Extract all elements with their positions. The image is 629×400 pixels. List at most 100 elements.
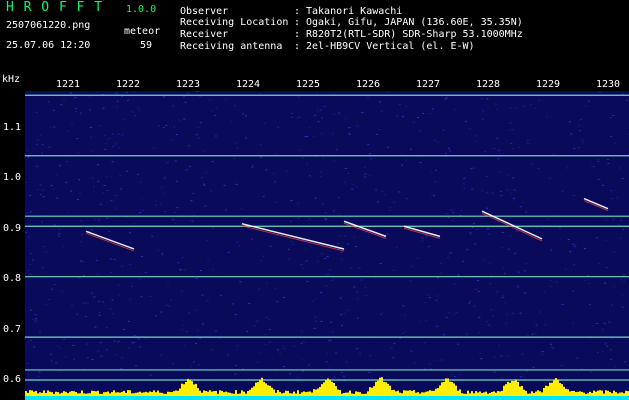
noise-speck [211,161,214,163]
noise-speck [538,311,541,313]
activity-bar [49,391,51,396]
noise-speck [425,235,428,237]
noise-speck [234,373,237,375]
info-location-sep: : [294,17,301,28]
noise-speck [114,207,117,209]
noise-speck [378,101,381,103]
activity-bar [297,390,299,396]
noise-speck [161,253,164,255]
activity-bar [325,380,327,396]
noise-speck [105,349,108,351]
activity-bar [269,385,271,396]
noise-speck [611,304,614,306]
activity-bar [597,390,599,396]
noise-speck [99,203,102,205]
noise-speck [181,329,184,331]
activity-bar [613,390,615,396]
activity-bar [189,379,191,396]
activity-bar [233,393,235,396]
noise-speck [335,352,338,354]
noise-speck [102,192,105,194]
activity-bar [255,382,257,396]
noise-speck [367,96,370,98]
noise-speck [445,152,447,154]
noise-speck [117,284,120,286]
activity-bar [419,393,421,396]
noise-speck [329,339,332,341]
noise-speck [428,297,431,299]
noise-speck [273,173,276,175]
noise-speck [463,177,466,179]
noise-speck [356,291,359,293]
noise-speck [405,198,408,200]
noise-speck [302,157,305,159]
noise-speck [582,141,585,143]
noise-speck [348,127,351,129]
noise-speck [253,325,256,327]
noise-speck [419,130,422,132]
noise-speck [427,294,430,296]
activity-bar [385,382,387,396]
noise-speck [32,259,34,261]
noise-speck [410,148,412,150]
noise-speck [559,239,561,241]
noise-speck [605,218,608,220]
noise-speck [549,280,552,282]
noise-speck [598,91,601,93]
noise-speck [135,365,138,367]
noise-speck [611,198,614,200]
activity-bar [247,391,249,396]
activity-bar [487,393,489,396]
x-tick-label: 1226 [356,79,381,90]
noise-speck [98,311,101,313]
activity-bar [553,380,555,396]
noise-speck [326,256,329,258]
noise-speck [265,317,268,319]
activity-bar [277,390,279,396]
noise-speck [211,349,214,351]
noise-speck [290,200,293,201]
activity-bar [449,381,451,396]
activity-bar [409,390,411,396]
activity-bar [53,393,55,396]
activity-bar [595,391,597,396]
noise-speck [596,323,599,324]
activity-bar [261,377,263,396]
activity-bar [573,390,575,396]
activity-bar [245,393,247,396]
noise-speck [433,195,436,197]
noise-speck [560,365,563,366]
noise-speck [308,218,311,220]
noise-speck [276,349,279,351]
noise-speck [491,192,494,194]
noise-speck [269,245,272,247]
noise-speck [118,295,121,297]
noise-speck [265,169,268,171]
noise-speck [27,373,30,375]
noise-speck [449,150,452,152]
noise-speck [475,135,477,137]
noise-speck [619,167,622,169]
activity-bar [127,390,129,396]
spectrogram-plot [25,91,629,400]
activity-bar [593,390,595,396]
noise-speck [283,297,285,298]
noise-speck [331,331,334,333]
noise-speck [73,358,76,360]
noise-speck [483,259,486,261]
noise-speck [490,274,493,276]
noise-speck [610,136,613,138]
noise-speck [289,220,292,222]
noise-speck [379,263,382,264]
noise-speck [472,222,475,224]
noise-speck [302,268,305,269]
noise-speck [303,341,306,343]
activity-bar [387,383,389,396]
activity-bar [179,388,181,396]
noise-speck [80,220,83,222]
noise-speck [174,160,177,162]
noise-speck [512,312,515,314]
noise-speck [380,110,383,112]
noise-speck [286,170,289,172]
noise-speck [198,137,200,139]
